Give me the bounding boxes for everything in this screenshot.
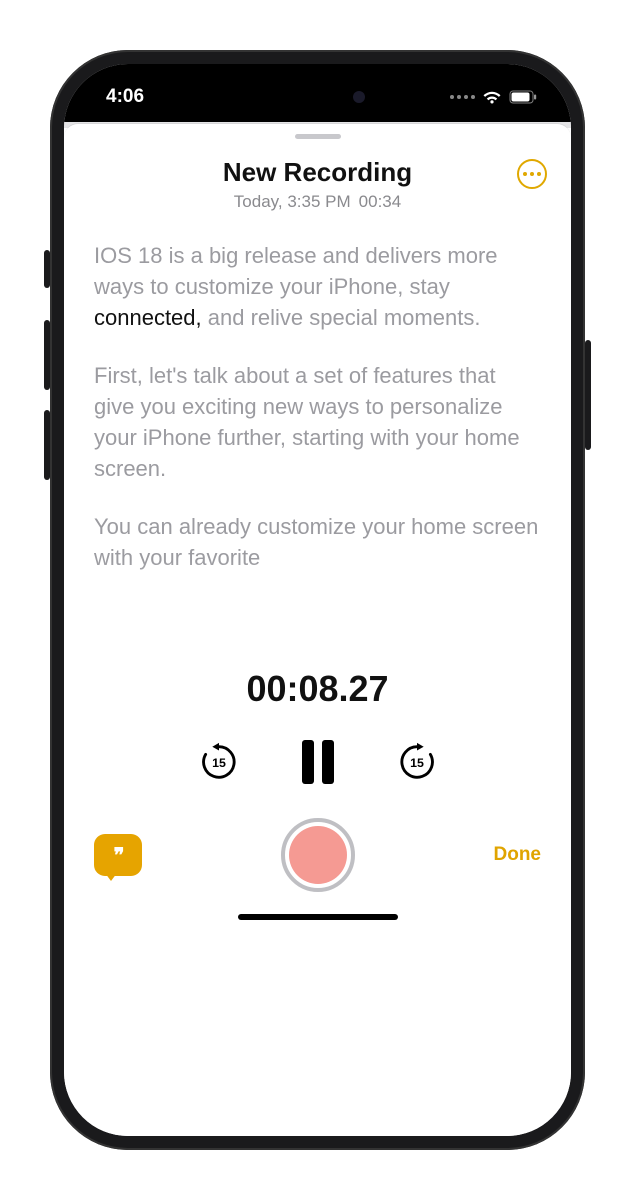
power-button [585,340,591,450]
playback-controls: 15 15 [64,740,571,784]
status-right [450,90,537,105]
skip-back-icon: 15 [198,741,240,783]
mute-switch [44,250,50,288]
status-bar: 4:06 [64,64,571,122]
skip-back-button[interactable]: 15 [198,741,240,783]
sheet-grabber[interactable] [295,134,341,139]
recording-title: New Recording [88,157,547,188]
skip-forward-button[interactable]: 15 [396,741,438,783]
more-options-button[interactable] [517,159,547,189]
recording-header: New Recording Today, 3:35 PM 00:34 [64,157,571,220]
pause-button[interactable] [302,740,334,784]
transcript-text: IOS 18 is a big release and delivers mor… [94,243,498,299]
transcript-fade [64,560,571,650]
quote-icon: ❞ [114,843,123,868]
svg-text:15: 15 [212,756,226,770]
battery-icon [509,90,537,104]
skip-forward-icon: 15 [396,741,438,783]
transcript-paragraph: IOS 18 is a big release and delivers mor… [94,240,541,334]
record-button[interactable] [281,818,355,892]
volume-down-button [44,410,50,480]
cellular-icon [450,95,475,99]
screen: 4:06 New Recording Today, 3:35 PM 00:34 [64,64,571,1136]
svg-text:15: 15 [410,756,424,770]
status-time: 4:06 [106,86,144,108]
recording-subtitle: Today, 3:35 PM 00:34 [88,192,547,212]
playback-timer: 00:08.27 [64,668,571,710]
wifi-icon [482,90,502,105]
transcript-current-word: connected, [94,305,202,330]
record-icon [289,826,347,884]
dynamic-island [243,79,393,115]
pause-icon [302,740,334,784]
done-button[interactable]: Done [493,844,541,866]
transcript-paragraph: You can already customize your home scre… [94,511,541,573]
recording-sheet: New Recording Today, 3:35 PM 00:34 IOS 18… [64,124,571,1136]
transcript-area[interactable]: IOS 18 is a big release and delivers mor… [64,220,571,650]
transcript-text: and relive special moments. [202,305,481,330]
transcript-paragraph: First, let's talk about a set of feature… [94,360,541,485]
bottom-toolbar: ❞ Done [64,784,571,904]
volume-up-button [44,320,50,390]
home-indicator[interactable] [238,914,398,920]
transcript-button[interactable]: ❞ [94,834,142,876]
recording-duration: 00:34 [359,192,402,211]
phone-frame: 4:06 New Recording Today, 3:35 PM 00:34 [50,50,585,1150]
recording-date: Today, 3:35 PM [234,192,351,211]
